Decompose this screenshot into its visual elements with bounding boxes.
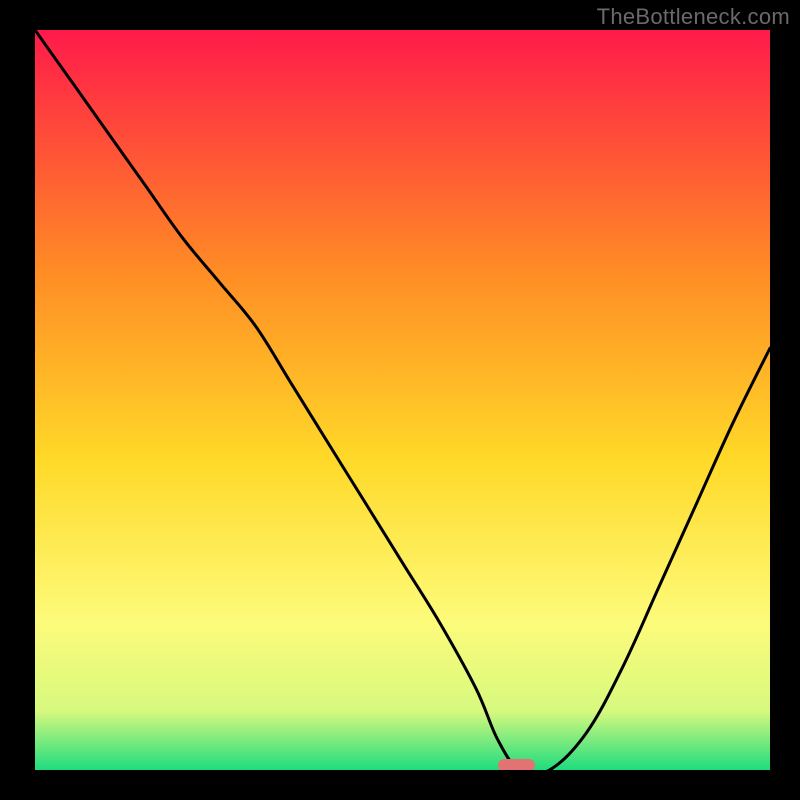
watermark-text: TheBottleneck.com <box>597 4 790 30</box>
plot-area <box>35 30 770 770</box>
chart-container: TheBottleneck.com <box>0 0 800 800</box>
optimal-marker <box>498 759 535 770</box>
gradient-background <box>35 30 770 770</box>
bottleneck-chart <box>35 30 770 770</box>
